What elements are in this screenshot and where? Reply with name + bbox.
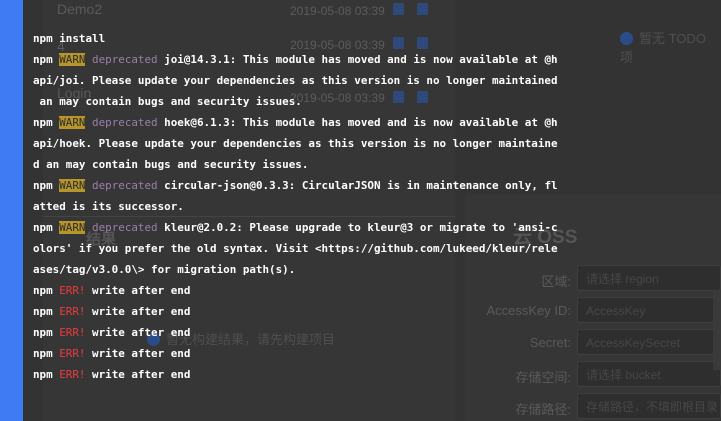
terminal-text: npm install [33,32,106,45]
terminal-text: kleur@2.0.2: Please upgrade to kleur@3 o… [157,221,558,234]
error-tag: ERR! [59,347,86,360]
terminal-text: an may contain bugs and security issues. [33,95,302,108]
error-tag: ERR! [59,368,86,381]
storage-path-input[interactable]: 存储路径，不填即根目录 [577,393,721,419]
terminal-line: npm WARN deprecated hoek@6.1.3: This mod… [33,116,558,130]
todo-empty-hint: 暂无 TODO 项 [620,28,721,66]
deprecated-tag: deprecated [92,179,158,192]
terminal-line: npm ERR! write after end [33,305,190,319]
terminal-line: an may contain bugs and security issues. [33,95,302,109]
terminal-text: atted is its successor. [33,200,184,213]
terminal-line: atted is its successor. [33,200,184,214]
terminal-line: npm ERR! write after end [33,284,190,298]
terminal-text: write after end [85,284,191,297]
secret-input[interactable]: AccessKeySecret [577,329,721,355]
terminal-text: write after end [85,326,191,339]
terminal-line: api/joi. Please update your dependencies… [33,74,558,88]
warn-badge: WARN [59,221,86,234]
deprecated-tag: deprecated [92,221,158,234]
terminal-text: d an may contain bugs and security issue… [33,158,309,171]
terminal-text: npm [33,221,60,234]
error-tag: ERR! [59,326,86,339]
todo-empty-text: 暂无 TODO 项 [620,31,706,65]
terminal-text: write after end [85,347,191,360]
terminal-line: d an may contain bugs and security issue… [33,158,308,172]
error-tag: ERR! [59,284,86,297]
terminal-line: npm WARN deprecated circular-json@0.3.3:… [33,179,558,193]
terminal-text: npm [33,347,60,360]
accesskey-input[interactable]: AccessKey [577,297,721,323]
terminal-text: npm [33,326,60,339]
warn-badge: WARN [59,179,86,192]
terminal-text: npm [33,305,60,318]
terminal-line: ases/tag/v3.0.0\> for migration path(s). [33,263,295,277]
terminal-text: npm [33,368,60,381]
warn-badge: WARN [59,53,86,66]
deprecated-tag: deprecated [92,116,158,129]
terminal-line: npm ERR! write after end [33,347,190,361]
terminal-line: api/hoek. Please update your dependencie… [33,137,558,151]
info-icon [620,32,633,45]
terminal-output: npm install npm WARN deprecated joi@14.3.… [23,0,558,421]
terminal-text: npm [33,116,60,129]
terminal-line: npm ERR! write after end [33,326,190,340]
terminal-text: npm [33,53,60,66]
error-tag: ERR! [59,305,86,318]
terminal-text: hoek@6.1.3: This module has moved and is… [157,116,558,129]
warn-badge: WARN [59,116,86,129]
terminal-text: joi@14.3.1: This module has moved and is… [157,53,558,66]
region-select[interactable]: 请选择 region [577,265,721,291]
terminal-line: npm WARN deprecated joi@14.3.1: This mod… [33,53,558,67]
terminal-text: olors' if you prefer the old syntax. Vis… [33,242,558,255]
deprecated-tag: deprecated [92,53,158,66]
terminal-text: write after end [85,305,191,318]
terminal-text: write after end [85,368,191,381]
terminal-text: api/joi. Please update your dependencies… [33,74,558,87]
sidebar-accent-bar [0,0,23,421]
terminal-line: npm install [33,32,105,46]
terminal-line: npm WARN deprecated kleur@2.0.2: Please … [33,221,558,235]
terminal-line: npm ERR! write after end [33,368,190,382]
terminal-text: api/hoek. Please update your dependencie… [33,137,558,150]
bucket-select[interactable]: 请选择 bucket [577,361,721,387]
terminal-text: circular-json@0.3.3: CircularJSON is in … [157,179,558,192]
terminal-text: npm [33,179,60,192]
terminal-text: npm [33,284,60,297]
terminal-line: olors' if you prefer the old syntax. Vis… [33,242,558,256]
terminal-text: ases/tag/v3.0.0\> for migration path(s). [33,263,296,276]
scrollbar[interactable] [713,290,721,370]
